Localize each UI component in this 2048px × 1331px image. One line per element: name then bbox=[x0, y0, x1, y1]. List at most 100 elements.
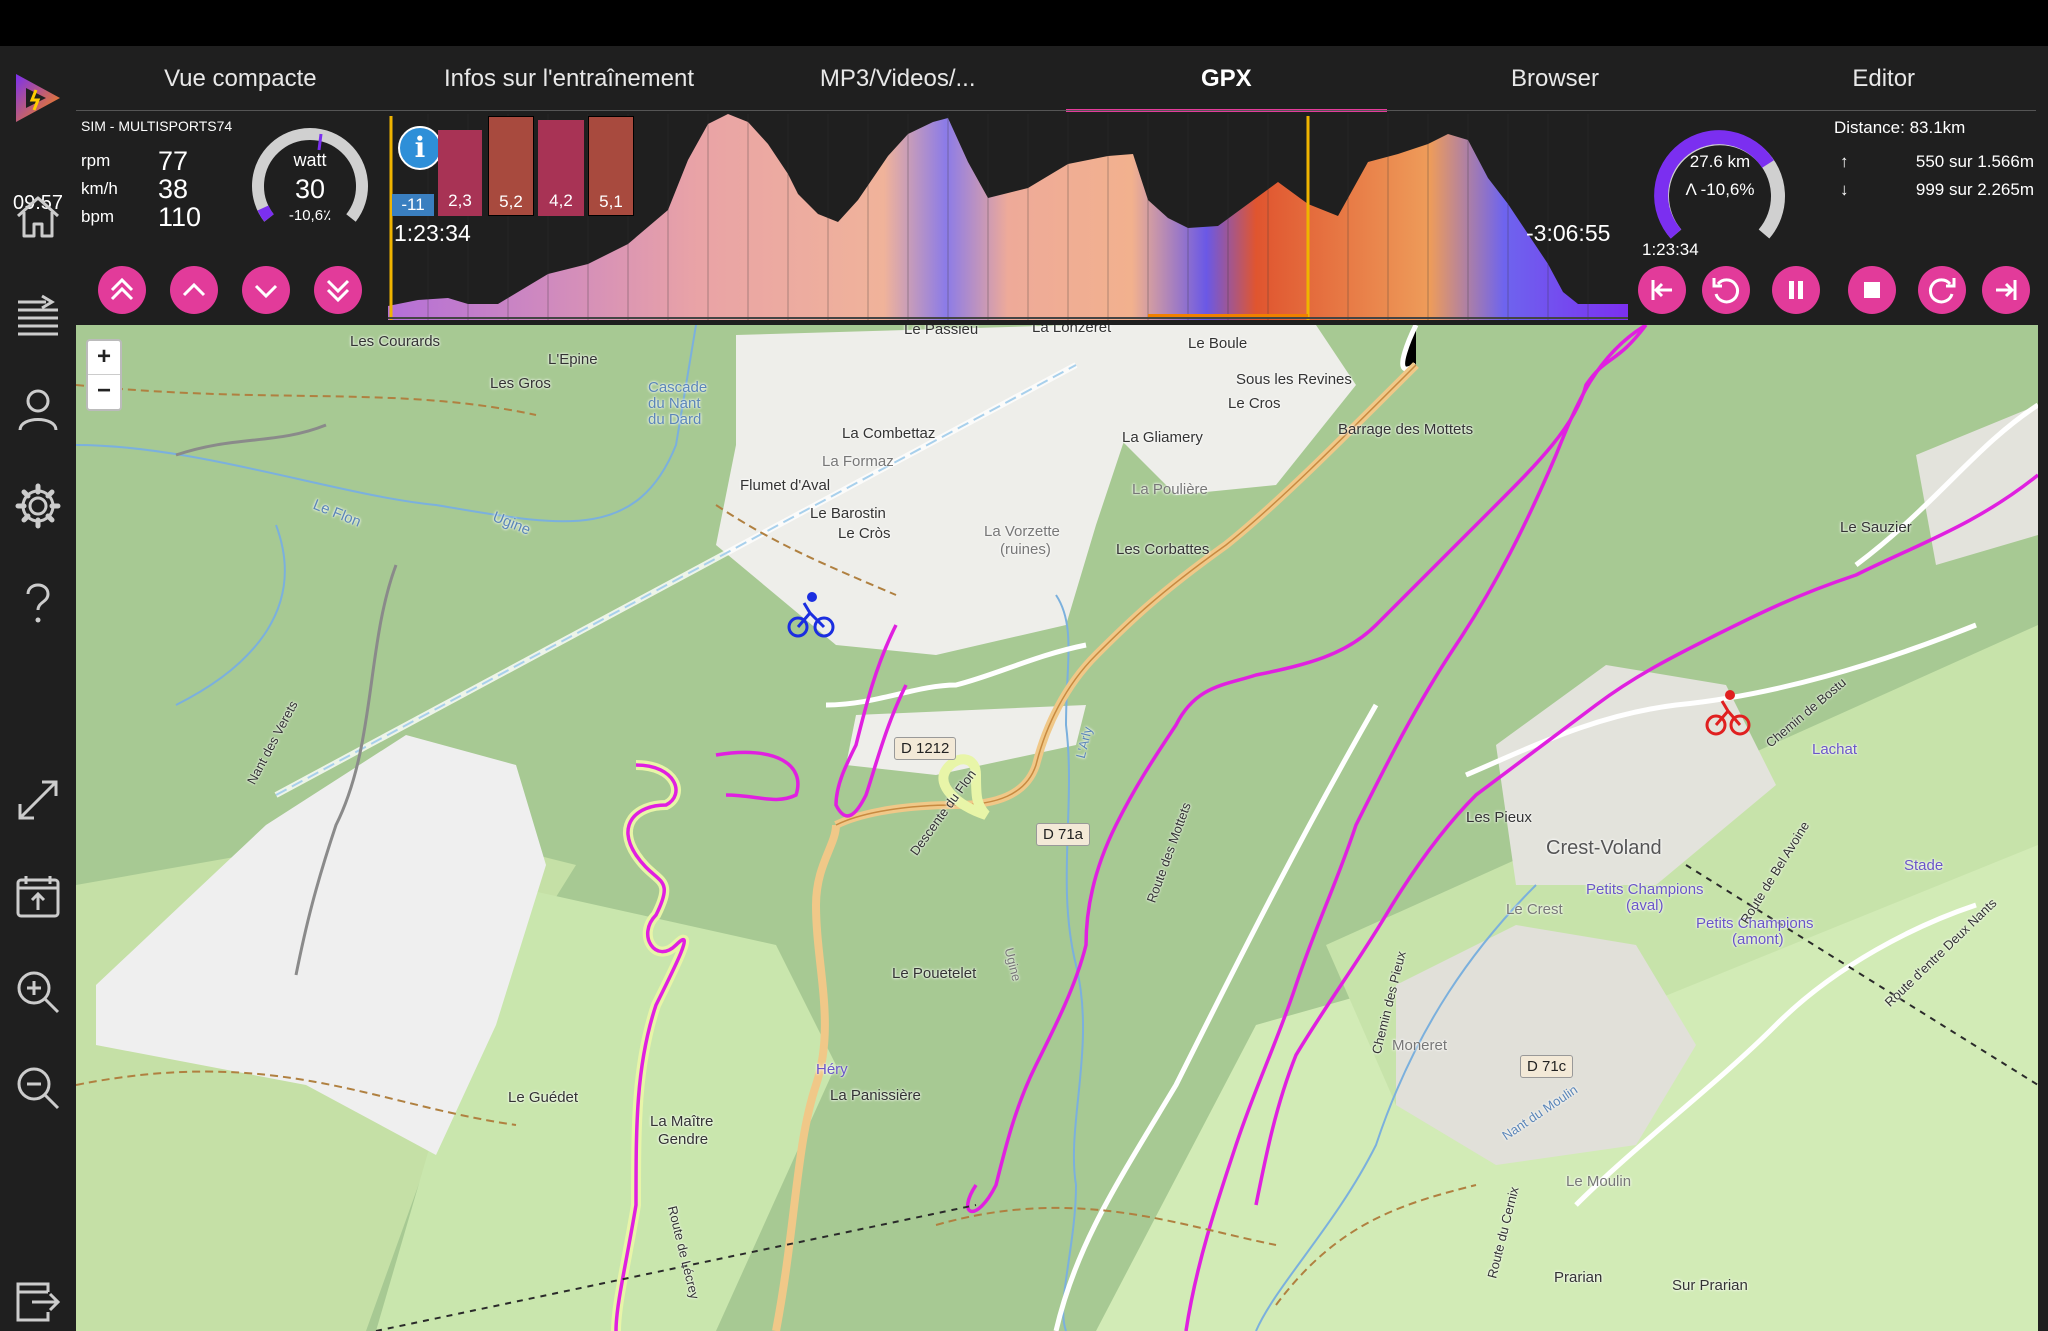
speed-unit: km/h bbox=[81, 179, 118, 198]
map-label: Barrage des Mottets bbox=[1338, 421, 1474, 438]
map-label: La Vorzette bbox=[984, 523, 1060, 540]
forward-button[interactable] bbox=[1918, 266, 1966, 314]
map-label: Le Sauzier bbox=[1840, 519, 1912, 536]
map-label: L'Epine bbox=[548, 351, 598, 368]
tab-gpx[interactable]: GPX bbox=[1062, 46, 1391, 112]
user-icon[interactable] bbox=[12, 384, 64, 436]
elapsed-time: 1:23:34 bbox=[394, 220, 471, 246]
map-label: La Poulière bbox=[1132, 481, 1208, 498]
device-label: SIM - MULTISPORTS74 bbox=[81, 118, 233, 134]
map-label: Les Courards bbox=[350, 333, 441, 350]
map-label: Les Gros bbox=[490, 375, 551, 392]
map-label: (amont) bbox=[1732, 931, 1784, 948]
progress-time: 1:23:34 bbox=[1642, 240, 1699, 259]
zoom-out-icon[interactable] bbox=[12, 1062, 64, 1114]
map-label: du Nant bbox=[648, 395, 701, 412]
rpm-value: 77 bbox=[158, 146, 189, 176]
tab-media[interactable]: MP3/Videos/... bbox=[733, 46, 1062, 112]
arrow-down-icon: ↓ bbox=[1840, 180, 1849, 199]
system-top-bar bbox=[0, 0, 2048, 46]
map-label: Petits Champions bbox=[1586, 881, 1704, 898]
map-label: Lachat bbox=[1812, 741, 1858, 758]
fast-up-button[interactable] bbox=[98, 266, 146, 314]
map-label: Sur Prarian bbox=[1672, 1277, 1748, 1294]
map-label: La Lonzeret bbox=[1032, 325, 1112, 336]
route-distance: Distance: 83.1km bbox=[1834, 118, 1966, 137]
map-label: Le Moulin bbox=[1566, 1173, 1632, 1190]
zoom-in-icon[interactable] bbox=[12, 966, 64, 1018]
map-label: Le Guédet bbox=[508, 1089, 579, 1106]
progress-distance: 27.6 km bbox=[1689, 152, 1751, 171]
elevation-gain: 550 sur 1.566m bbox=[1915, 152, 2034, 171]
map-label: Cascade bbox=[648, 379, 708, 396]
map-zoom-out-button[interactable]: − bbox=[88, 375, 120, 409]
arrow-up-icon: ↑ bbox=[1840, 152, 1849, 171]
map-label: Crest-Voland bbox=[1546, 837, 1662, 859]
app-logo-icon bbox=[10, 70, 66, 126]
map-label: Le Boule bbox=[1188, 335, 1248, 352]
tab-training-info[interactable]: Infos sur l'entraînement bbox=[405, 46, 734, 112]
map-label: Moneret bbox=[1392, 1037, 1448, 1054]
go-to-end-button[interactable] bbox=[1982, 266, 2030, 314]
go-to-start-button[interactable] bbox=[1638, 266, 1686, 314]
map-label: Stade bbox=[1904, 857, 1944, 874]
map-label: (ruines) bbox=[1000, 541, 1051, 558]
map-label: La Gliamery bbox=[1122, 429, 1203, 446]
road-shield: D 1212 bbox=[894, 737, 957, 760]
slope-value: -10,6٪ bbox=[288, 207, 332, 224]
elevation-loss: 999 sur 2.265m bbox=[1915, 180, 2034, 199]
map-label: (aval) bbox=[1626, 897, 1664, 914]
settings-icon[interactable] bbox=[12, 480, 64, 532]
power-value: 30 bbox=[294, 174, 326, 204]
map-zoom-control: + − bbox=[86, 339, 122, 411]
map-label: Le Cros bbox=[1228, 395, 1281, 412]
map-label: La Panissière bbox=[830, 1087, 921, 1104]
info-icon[interactable]: i bbox=[398, 126, 442, 170]
remaining-time: -3:06:55 bbox=[1526, 220, 1611, 246]
workout-list-icon[interactable] bbox=[12, 288, 64, 340]
fullscreen-icon[interactable] bbox=[12, 774, 64, 826]
rpm-unit: rpm bbox=[81, 151, 111, 170]
map-label: Le Crest bbox=[1506, 901, 1563, 918]
map-zoom-in-button[interactable]: + bbox=[88, 341, 120, 375]
heart-rate-unit: bpm bbox=[81, 207, 115, 226]
map-label: Héry bbox=[816, 1061, 848, 1078]
map-label: La Maître bbox=[650, 1113, 714, 1130]
map-label: La Formaz bbox=[822, 453, 894, 470]
map-label: Sous les Revines bbox=[1236, 371, 1352, 388]
fast-down-button[interactable] bbox=[314, 266, 362, 314]
sidebar: 09:57 bbox=[0, 46, 76, 1331]
heart-rate-value: 110 bbox=[158, 202, 202, 232]
home-icon[interactable] bbox=[12, 192, 64, 244]
tab-bar: Vue compacte Infos sur l'entraînement MP… bbox=[76, 46, 2048, 112]
speed-value: 38 bbox=[158, 174, 189, 204]
pause-button[interactable] bbox=[1772, 266, 1820, 314]
tab-browser[interactable]: Browser bbox=[1391, 46, 1720, 112]
help-icon[interactable] bbox=[12, 576, 64, 628]
progress-grade: Λ -10,6% bbox=[1685, 180, 1755, 199]
up-button[interactable] bbox=[170, 266, 218, 314]
map-label: Gendre bbox=[658, 1131, 709, 1148]
rewind-button[interactable] bbox=[1702, 266, 1750, 314]
tab-compact-view[interactable]: Vue compacte bbox=[76, 46, 405, 112]
map-label: La Combettaz bbox=[842, 425, 936, 442]
road-shield: D 71c bbox=[1520, 1055, 1574, 1078]
exit-icon[interactable] bbox=[12, 1276, 64, 1328]
map-label: Flumet d'Aval bbox=[740, 477, 831, 494]
map-label: Prarian bbox=[1554, 1269, 1603, 1286]
map-label: du Dard bbox=[648, 411, 702, 428]
map-label: Les Pieux bbox=[1466, 809, 1532, 826]
tab-divider bbox=[76, 110, 2036, 111]
map-view[interactable]: + − Les Courards L'Epine Les Gros Cascad… bbox=[76, 325, 2038, 1331]
segment-slope-3: 5,2 bbox=[488, 116, 534, 216]
down-button[interactable] bbox=[242, 266, 290, 314]
segment-slope-2: 2,3 bbox=[438, 130, 482, 216]
map-label: Le Cròs bbox=[838, 525, 891, 542]
road-shield: D 71a bbox=[1036, 823, 1091, 846]
map-label: Les Corbattes bbox=[1116, 541, 1210, 558]
upload-calendar-icon[interactable] bbox=[12, 870, 64, 922]
power-label: watt bbox=[293, 150, 327, 170]
stop-button[interactable] bbox=[1848, 266, 1896, 314]
segment-slope-1: -11 bbox=[392, 194, 434, 216]
tab-editor[interactable]: Editor bbox=[1719, 46, 2048, 112]
